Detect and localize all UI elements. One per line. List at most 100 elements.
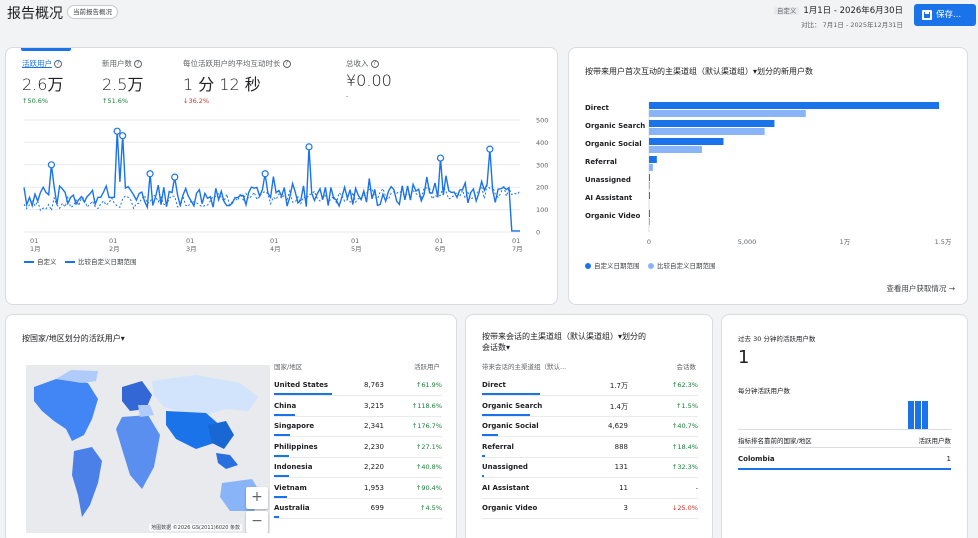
legend-current[interactable]: 自定义	[24, 256, 57, 266]
channel-legend: 自定义日期范围 比较自定义日期范围	[585, 260, 722, 270]
row-label: Direct	[482, 381, 506, 389]
y-tick-label: 400	[536, 139, 548, 147]
anomaly-marker[interactable]	[261, 170, 269, 178]
bar-current[interactable]	[649, 120, 775, 127]
row-share-bar	[274, 413, 296, 416]
bar-current[interactable]	[649, 102, 940, 109]
bar-current[interactable]	[649, 174, 650, 181]
bar-compare[interactable]	[649, 218, 650, 225]
legend-compare[interactable]: 比较自定义日期范围	[648, 260, 716, 270]
channel-bar-chart[interactable]: Direct Organic Search Organic Social Referr…	[569, 94, 968, 304]
minute-bar[interactable]	[922, 401, 928, 429]
anomaly-marker[interactable]	[119, 132, 127, 140]
svg-text:01: 01	[109, 237, 117, 245]
anomaly-marker[interactable]	[171, 173, 179, 181]
date-label: 自定义	[773, 7, 800, 15]
help-icon[interactable]: ?	[370, 60, 379, 68]
card-title[interactable]: 按国家/地区划分的活跃用户▾	[22, 333, 125, 344]
table-row[interactable]: Unassigned 131 ↑32.3%	[482, 458, 698, 478]
table-row[interactable]: Direct 1.7万 ↑62.3%	[482, 376, 698, 396]
row-change: ↑118.6%	[411, 401, 442, 410]
legend-compare[interactable]: 比较自定义日期范围	[65, 256, 137, 266]
col-top-country: 指标排名靠前的国家/地区	[738, 437, 812, 445]
minute-bar[interactable]	[915, 401, 921, 429]
row-value: 1,953	[363, 483, 384, 492]
table-row[interactable]: Indonesia 2,220 ↑40.8%	[274, 458, 442, 478]
anomaly-marker[interactable]	[146, 170, 154, 178]
bar-compare[interactable]	[649, 110, 806, 117]
category-label: Organic Search	[585, 122, 645, 130]
bar-current[interactable]	[649, 210, 650, 217]
metric-revenue[interactable]: 总收入? ¥0.00 -	[346, 58, 392, 100]
table-row[interactable]: Philippines 2,230 ↑27.1%	[274, 438, 442, 458]
card-title[interactable]: 按带来会话的主渠道组（默认渠道组）▾划分的 会话数▾	[482, 331, 646, 353]
row-label: United States	[274, 381, 328, 389]
x-tick-label: 1万	[840, 238, 851, 246]
zoom-in-button[interactable]: +	[246, 487, 268, 509]
metric-active-users[interactable]: 活跃用户? 2.6万 ↑50.6%	[22, 58, 63, 105]
view-acquisition-link[interactable]: 查看用户获取情况 →	[886, 283, 955, 294]
help-icon[interactable]: ?	[54, 60, 62, 68]
help-icon[interactable]: ?	[282, 60, 291, 68]
page-title: 报告概况	[7, 6, 63, 22]
table-row[interactable]: Vietnam 1,953 ↑90.4%	[274, 479, 442, 499]
zoom-out-button[interactable]: −	[246, 511, 268, 533]
report-chip[interactable]: 当前报告概况	[67, 5, 118, 19]
table-row[interactable]: Organic Social 4,629 ↑40.7%	[482, 417, 698, 437]
save-button[interactable]: 保存...	[914, 4, 976, 26]
row-change: ↑32.3%	[671, 463, 698, 471]
table-row[interactable]: Organic Search 1.4万 ↑1.5%	[482, 397, 698, 417]
active-tab-indicator	[21, 48, 71, 51]
row-value: 2,230	[363, 442, 384, 451]
legend-current[interactable]: 自定义日期范围	[585, 260, 640, 270]
world-map[interactable]: + − 地图数据 ©2026 GS(2011)6020 条款	[26, 365, 270, 533]
row-share-bar	[482, 475, 484, 477]
bar-compare[interactable]	[649, 146, 702, 153]
bar-current[interactable]	[649, 138, 724, 145]
row-change: ↑27.1%	[415, 442, 442, 451]
bar-current[interactable]	[649, 192, 650, 199]
x-tick-label: 011月	[30, 237, 41, 253]
date-range-picker[interactable]: 自定义 1月1日 - 2026年6月30日 对比： 7月1日 - 2025年12月…	[773, 4, 903, 29]
bar-compare[interactable]	[649, 128, 765, 135]
bar-current[interactable]	[649, 156, 657, 163]
anomaly-marker[interactable]	[47, 161, 56, 169]
row-share-bar	[482, 393, 540, 395]
metric-engagement-time[interactable]: 每位活跃用户的平均互动时长? 1 分 12 秒 ↓36.2%	[183, 58, 291, 105]
minute-bar[interactable]	[908, 401, 914, 429]
svg-text:01: 01	[270, 237, 278, 245]
table-row[interactable]: Referral 888 ↑18.4%	[482, 438, 698, 458]
row-value: 1.4万	[609, 402, 628, 411]
table-row[interactable]: Australia 699 ↑4.5%	[274, 499, 442, 519]
svg-text:3月: 3月	[186, 245, 197, 253]
table-row[interactable]: Organic Video 3 ↓25.0%	[482, 499, 698, 519]
card-title: 按带来用户首次互动的主渠道组（默认渠道组）▾划分的新用户数	[585, 67, 814, 76]
table-row[interactable]: Singapore 2,341 ↑176.7%	[274, 417, 442, 437]
table-row[interactable]: China 3,215 ↑118.6%	[274, 397, 442, 417]
anomaly-marker[interactable]	[113, 127, 121, 135]
metric-change: ↓36.2%	[183, 97, 210, 105]
anomaly-marker[interactable]	[486, 145, 494, 153]
users-by-country-card: 按国家/地区划分的活跃用户▾ + − 地图数据 ©2026 GS(2011)60…	[5, 314, 457, 538]
metric-label: 新用户数	[102, 59, 132, 68]
category-label: Unassigned	[585, 176, 631, 184]
help-icon[interactable]: ?	[134, 60, 142, 68]
category-label: Organic Social	[585, 140, 642, 148]
bar-compare[interactable]	[649, 182, 650, 189]
row-change: ↑176.7%	[411, 422, 442, 430]
svg-text:01: 01	[351, 237, 359, 245]
table-row[interactable]: AI Assistant 11 -	[482, 479, 698, 499]
realtime-value: 1	[738, 347, 750, 368]
table-row[interactable]: United States 8,763 ↑61.9%	[274, 376, 442, 396]
bar-compare[interactable]	[649, 164, 653, 171]
anomaly-marker[interactable]	[305, 143, 313, 151]
anomaly-marker[interactable]	[436, 154, 445, 162]
row-share-bar	[482, 434, 498, 436]
map-terms-link[interactable]: 条款	[230, 525, 240, 531]
svg-text:01: 01	[186, 237, 194, 245]
svg-text:5月: 5月	[351, 245, 362, 253]
metric-new-users[interactable]: 新用户数? 2.5万 ↑51.6%	[102, 58, 143, 105]
save-icon	[922, 10, 932, 20]
row-change: ↑4.5%	[420, 504, 442, 512]
divider	[738, 447, 951, 448]
